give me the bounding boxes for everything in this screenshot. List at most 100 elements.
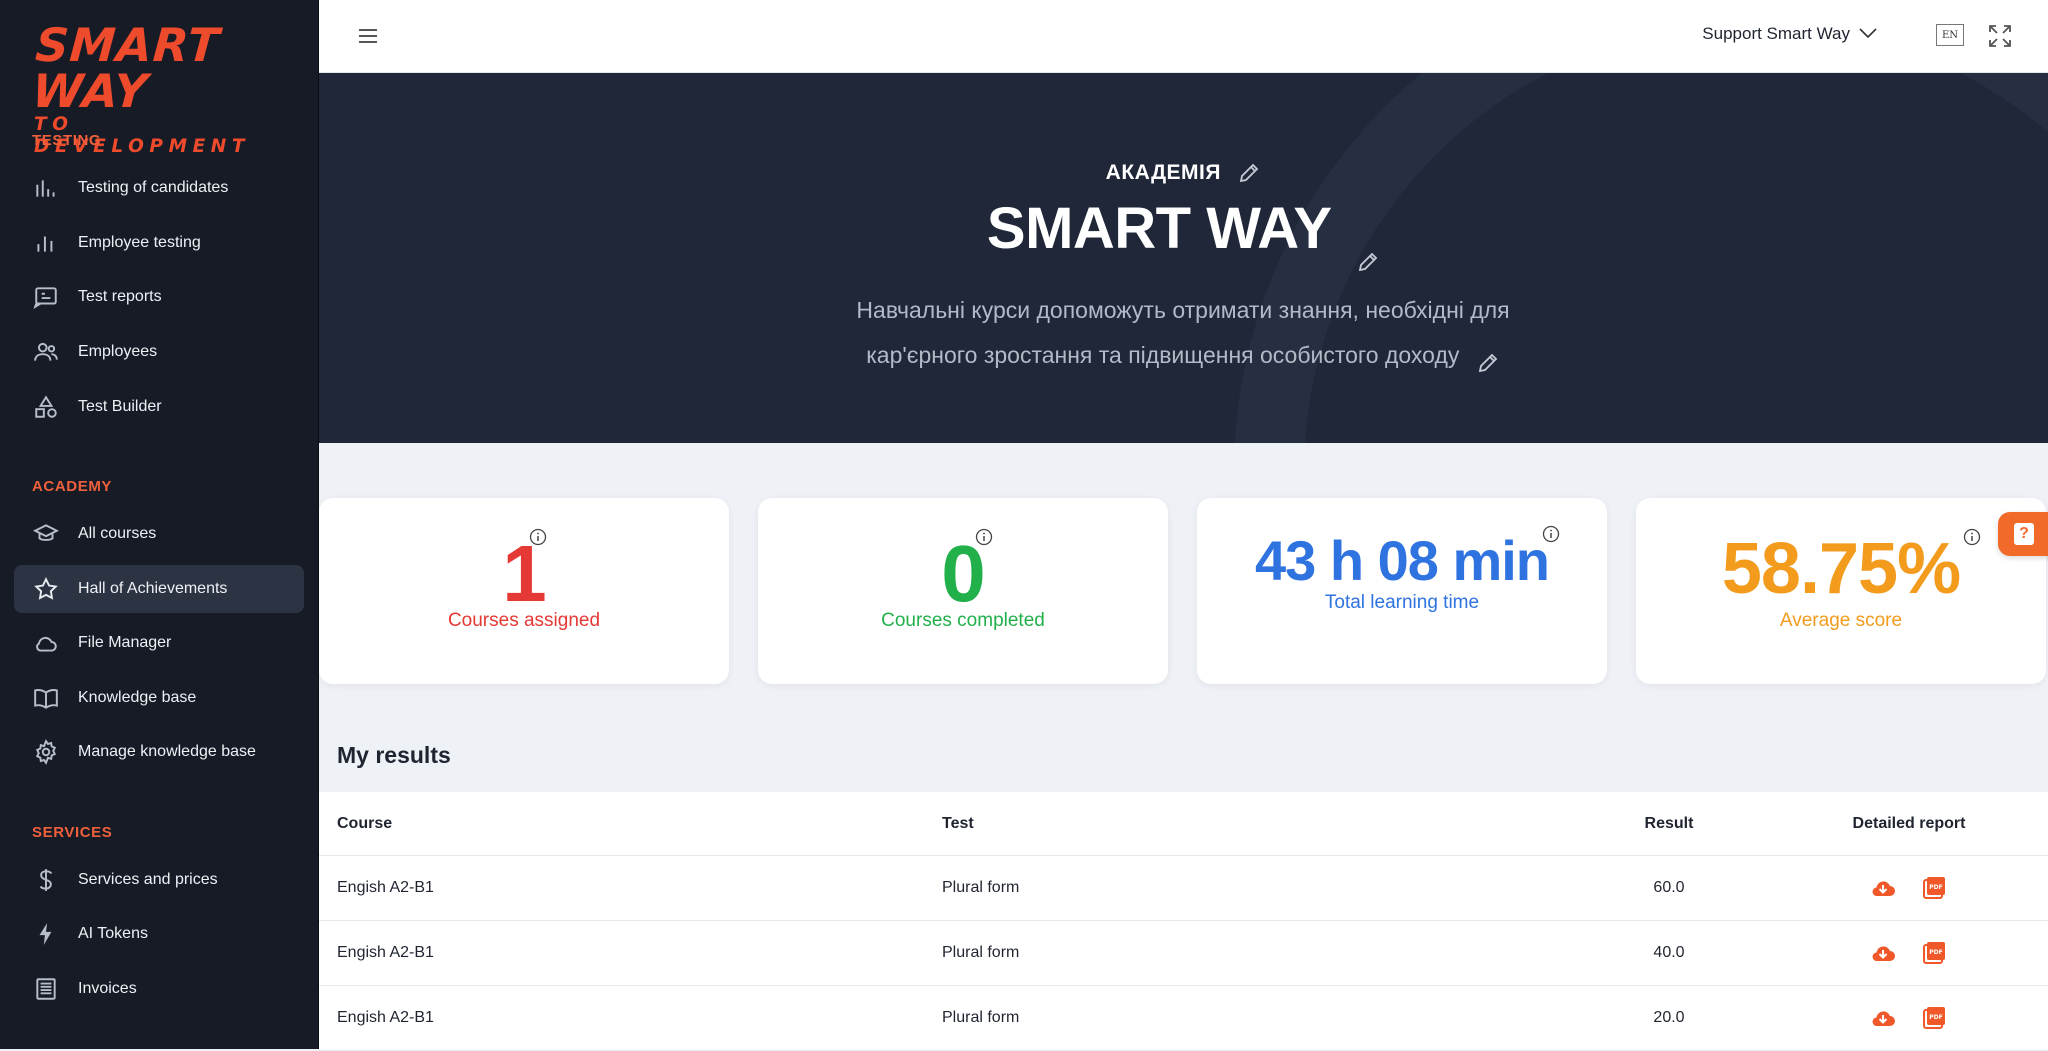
pdf-file-icon[interactable]: PDF	[1920, 873, 1950, 903]
pdf-file-icon[interactable]: PDF	[1920, 1003, 1950, 1033]
edit-title-pencil-icon[interactable]	[1356, 221, 1380, 271]
support-dropdown[interactable]: Support Smart Way	[1702, 24, 1878, 44]
stat-caption: Courses completed	[881, 610, 1045, 631]
table-row: Engish A2-B1 Plural form 40.0 PDF	[319, 921, 2048, 986]
sidebar: SMART WAY TO DEVELOPMENT TESTING Testing…	[0, 0, 319, 1049]
cell-report: PDF	[1789, 921, 2029, 985]
info-icon[interactable]	[1542, 525, 1560, 543]
fullscreen-icon[interactable]	[1986, 22, 2014, 50]
stat-card-courses-assigned: 1 Courses assigned	[319, 498, 729, 684]
sidebar-item-testing-of-candidates[interactable]: Testing of candidates	[14, 164, 304, 212]
results-table: Course Test Result Detailed report Engis…	[319, 792, 2048, 1051]
cell-report: PDF	[1789, 986, 2029, 1050]
table-row: Engish A2-B1 Plural form 60.0 PDF	[319, 856, 2048, 921]
cell-course: Engish A2-B1	[337, 1009, 434, 1026]
sidebar-item-label: Knowledge base	[78, 689, 197, 706]
sidebar-item-all-courses[interactable]: All courses	[14, 510, 304, 558]
graduation-cap-icon	[32, 520, 60, 548]
sidebar-item-label: Test reports	[78, 288, 162, 305]
section-title-services: SERVICES	[32, 824, 113, 841]
logo[interactable]: SMART WAY TO DEVELOPMENT	[31, 18, 294, 157]
people-icon	[32, 338, 60, 366]
hero-kicker-text: АКАДЕМІЯ	[1105, 161, 1221, 184]
svg-text:PDF: PDF	[1929, 1014, 1942, 1021]
stat-card-average-score: 58.75% Average score	[1636, 498, 2046, 684]
sidebar-item-ai-tokens[interactable]: AI Tokens	[14, 910, 304, 958]
cloud-download-icon[interactable]	[1868, 1003, 1898, 1033]
language-switcher[interactable]: EN	[1936, 24, 1964, 46]
sidebar-item-test-builder[interactable]: Test Builder	[14, 383, 304, 431]
stat-caption: Total learning time	[1324, 592, 1480, 613]
header-detailed-report: Detailed report	[1852, 814, 1966, 832]
support-label: Support Smart Way	[1702, 24, 1850, 43]
edit-kicker-pencil-icon[interactable]	[1237, 161, 1261, 185]
topbar: Support Smart Way EN	[319, 0, 2048, 73]
sidebar-item-label: Manage knowledge base	[78, 743, 256, 760]
report-icon	[32, 283, 60, 311]
edit-description-pencil-icon[interactable]	[1476, 345, 1500, 373]
cell-test: Plural form	[942, 944, 1020, 961]
sidebar-item-services-and-prices[interactable]: Services and prices	[14, 856, 304, 904]
hamburger-menu-icon[interactable]	[353, 22, 383, 50]
stat-value: 1	[502, 529, 547, 618]
invoice-icon	[32, 975, 60, 1003]
sidebar-item-hall-of-achievements[interactable]: Hall of Achievements	[14, 565, 304, 613]
hero-banner: АКАДЕМІЯ SMART WAY Навчальні курси допом…	[319, 73, 2048, 443]
stat-caption: Courses assigned	[447, 610, 601, 631]
info-icon[interactable]	[529, 528, 547, 546]
cell-result: 40.0	[1653, 944, 1685, 961]
pdf-file-icon[interactable]: PDF	[1920, 938, 1950, 968]
stat-card-total-learning-time: 43 h 08 min Total learning time	[1197, 498, 1607, 684]
sidebar-item-employees[interactable]: Employees	[14, 328, 304, 376]
sidebar-item-label: Invoices	[78, 980, 137, 997]
sidebar-item-label: Hall of Achievements	[78, 580, 228, 597]
cloud-icon	[32, 629, 60, 657]
hero-title-text: SMART WAY	[986, 196, 1331, 261]
cell-course: Engish A2-B1	[337, 879, 434, 896]
language-code: EN	[1941, 29, 1959, 41]
sidebar-item-invoices[interactable]: Invoices	[14, 965, 304, 1013]
star-icon	[32, 575, 60, 603]
dollar-icon	[32, 866, 60, 894]
sidebar-item-label: All courses	[78, 525, 157, 542]
hero-kicker: АКАДЕМІЯ	[319, 161, 2048, 185]
hero-desc-line2-wrap: кар'єрного зростання та підвищення особи…	[683, 333, 1683, 378]
cloud-download-icon[interactable]	[1868, 873, 1898, 903]
cell-result: 60.0	[1653, 879, 1685, 896]
header-course: Course	[337, 814, 393, 832]
sidebar-item-manage-knowledge-base[interactable]: Manage knowledge base	[14, 728, 304, 776]
question-icon: ?	[2014, 523, 2034, 545]
lightning-icon	[32, 920, 60, 948]
results-title: My results	[337, 742, 451, 768]
section-title-academy: ACADEMY	[32, 478, 113, 495]
cell-test: Plural form	[942, 1009, 1020, 1026]
info-icon[interactable]	[1963, 528, 1981, 546]
table-header-row: Course Test Result Detailed report	[319, 792, 2048, 856]
cell-result: 20.0	[1653, 1009, 1685, 1026]
sidebar-item-label: AI Tokens	[78, 925, 148, 942]
hero-title: SMART WAY	[319, 195, 2048, 271]
section-title-testing: TESTING	[32, 132, 102, 149]
info-icon[interactable]	[975, 528, 993, 546]
book-icon	[32, 684, 60, 712]
sidebar-item-file-manager[interactable]: File Manager	[14, 619, 304, 667]
stat-caption: Average score	[1779, 610, 1903, 631]
cloud-download-icon[interactable]	[1868, 938, 1898, 968]
svg-text:PDF: PDF	[1929, 949, 1942, 956]
header-test: Test	[942, 814, 974, 832]
hero-desc-line2: кар'єрного зростання та підвищення особи…	[866, 342, 1460, 368]
svg-text:PDF: PDF	[1929, 884, 1942, 891]
sidebar-item-employee-testing[interactable]: Employee testing	[14, 219, 304, 267]
header-result: Result	[1644, 814, 1694, 832]
stat-value: 58.75%	[1721, 529, 1961, 609]
sidebar-item-test-reports[interactable]: Test reports	[14, 273, 304, 321]
bar-chart-icon	[32, 229, 60, 257]
shapes-icon	[32, 393, 60, 421]
logo-line1: SMART WAY	[30, 18, 222, 118]
stat-value: 0	[941, 529, 986, 618]
sidebar-item-knowledge-base[interactable]: Knowledge base	[14, 674, 304, 722]
sidebar-item-label: Services and prices	[78, 871, 218, 888]
hero-desc-line1: Навчальні курси допоможуть отримати знан…	[856, 297, 1510, 323]
table-row: Engish A2-B1 Plural form 20.0 PDF	[319, 986, 2048, 1051]
help-button[interactable]: ?	[1998, 512, 2048, 556]
